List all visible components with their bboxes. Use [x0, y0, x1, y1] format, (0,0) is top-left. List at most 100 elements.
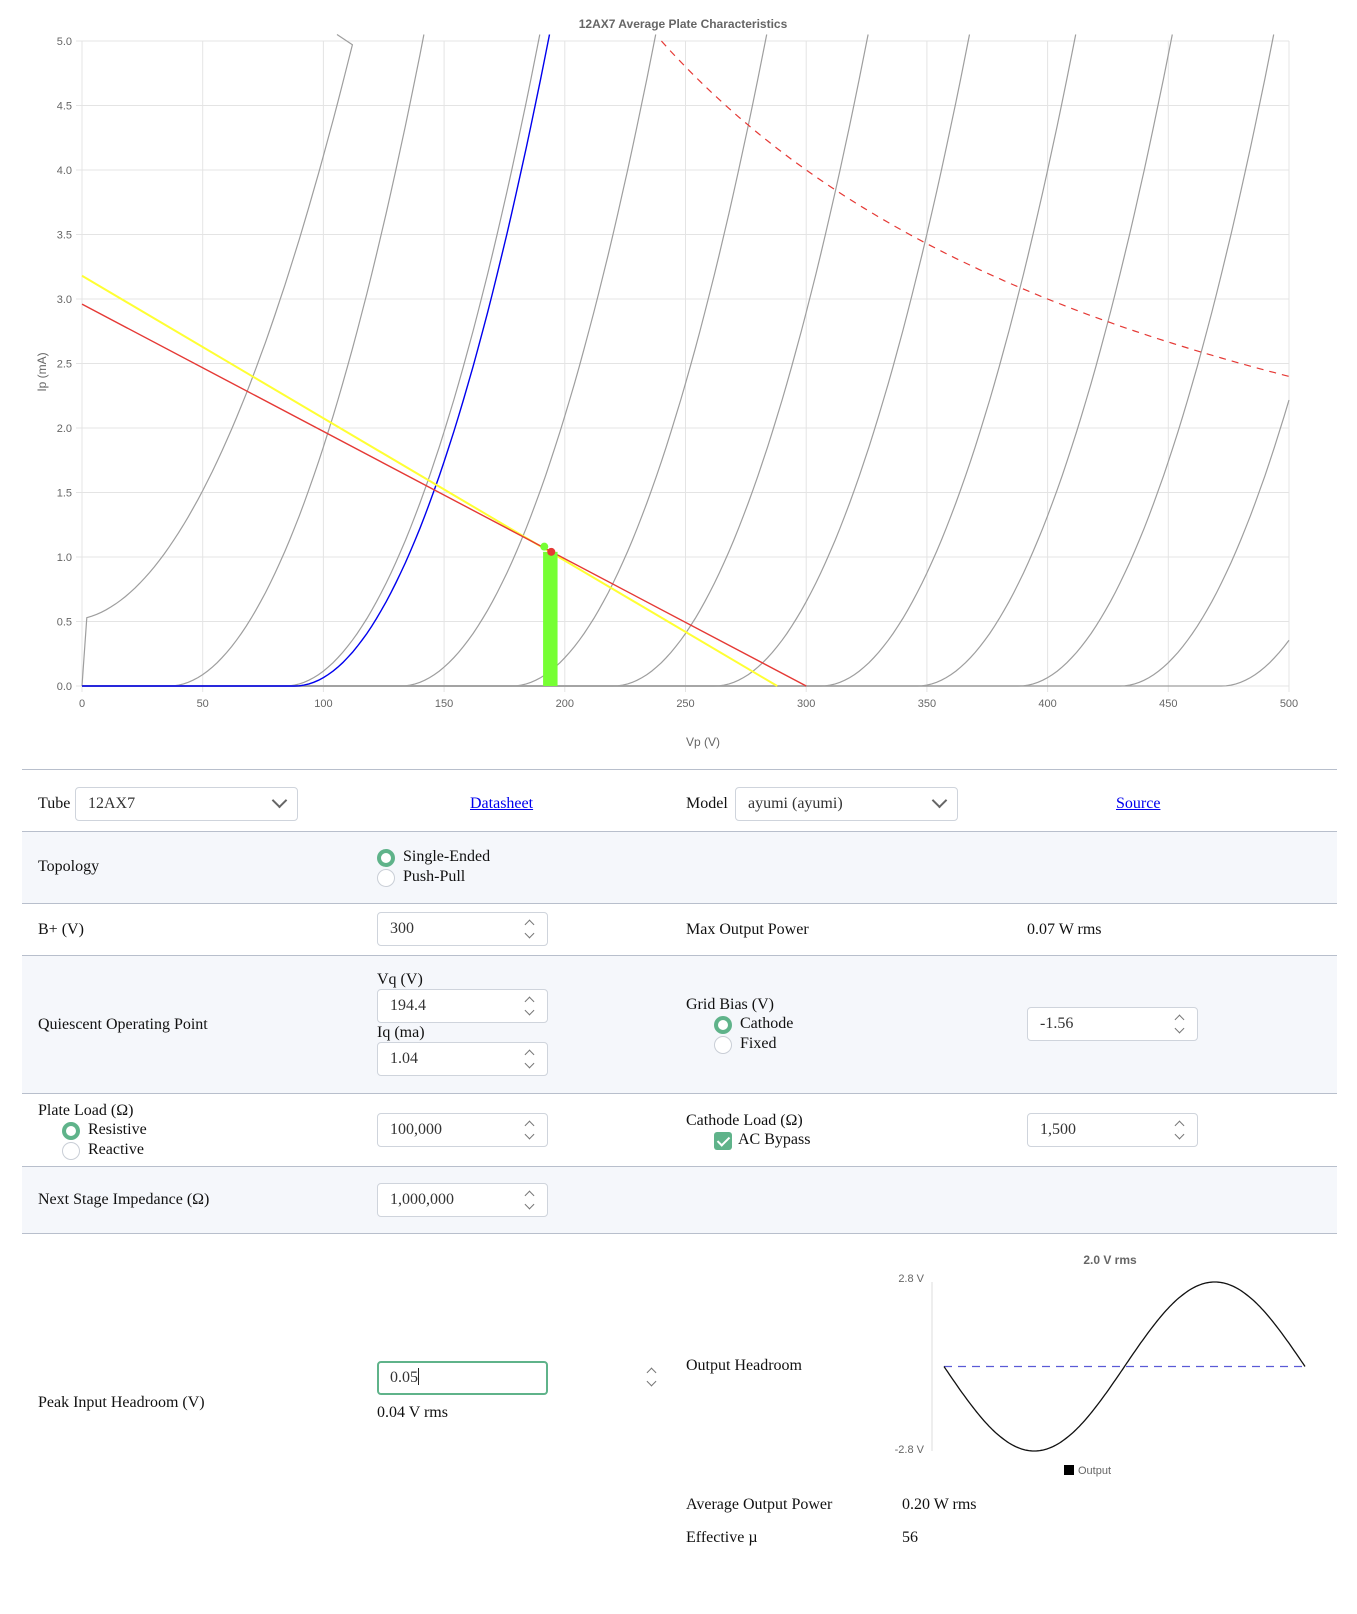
plate-load-option-label: Resistive	[88, 1121, 147, 1138]
stepper-icon[interactable]	[524, 994, 535, 1018]
y-tick-label: 0.0	[57, 681, 72, 693]
vq-value: 194.4	[390, 997, 426, 1014]
plate-load-input[interactable]: 100,000	[377, 1113, 548, 1147]
next-stage-input[interactable]: 1,000,000	[377, 1183, 548, 1217]
stepper-icon[interactable]	[646, 1365, 657, 1389]
x-axis-label: Vp (V)	[686, 735, 720, 749]
topology-option-label: Single-Ended	[403, 848, 491, 865]
peak-input-rms: 0.04 V rms	[377, 1404, 448, 1421]
plate-curve	[82, 34, 768, 687]
bplus-input[interactable]: 300	[377, 912, 548, 946]
quiescent-row: Quiescent Operating Point Vq (V) 194.4 I…	[22, 955, 1337, 1093]
iq-value: 1.04	[390, 1050, 418, 1067]
plate-characteristics-chart: 12AX7 Average Plate Characteristics Vp (…	[0, 0, 1357, 770]
y-tick-label: 0.5	[57, 617, 72, 629]
peak-input-value: 0.05	[390, 1369, 418, 1386]
x-tick-label: 50	[197, 698, 209, 710]
text-caret	[418, 1368, 419, 1385]
x-tick-label: 200	[556, 698, 574, 710]
y-tick-label: 1.5	[57, 488, 72, 500]
topology-option-label: Push-Pull	[403, 868, 466, 885]
radio-checked-icon	[714, 1016, 732, 1034]
radio-checked-icon	[62, 1122, 80, 1140]
amplifier-form: Tube 12AX7 Datasheet Model ayumi (ayumi)…	[22, 769, 1337, 1570]
y-tick-label: 3.0	[57, 294, 72, 306]
quiescent-point	[547, 547, 556, 556]
plate-load-label: Plate Load (Ω)	[38, 1102, 134, 1119]
tube-label: Tube	[38, 795, 71, 812]
y-tick-label: 4.0	[57, 165, 72, 177]
grid-bias-input[interactable]: -1.56	[1027, 1007, 1198, 1041]
x-tick-label: 300	[797, 698, 815, 710]
vq-input[interactable]: 194.4	[377, 989, 548, 1023]
ac-bypass-label: AC Bypass	[738, 1131, 811, 1148]
output-waveform	[943, 1281, 1306, 1452]
max-output-value: 0.07 W rms	[1027, 921, 1102, 938]
datasheet-link[interactable]: Datasheet	[470, 795, 533, 813]
next-stage-value: 1,000,000	[390, 1191, 454, 1208]
stepper-icon[interactable]	[524, 1118, 535, 1142]
next-stage-label: Next Stage Impedance (Ω)	[38, 1191, 210, 1208]
plate-curve	[82, 34, 1275, 687]
plate-curve	[82, 34, 971, 687]
cathode-load-value: 1,500	[1040, 1121, 1076, 1138]
output-headroom-chart: 2.0 V rms 2.8 V -2.8 V Output	[895, 1253, 1306, 1477]
y-tick-label: 1.0	[57, 552, 72, 564]
y-tick-label: 5.0	[57, 36, 72, 48]
stepper-icon[interactable]	[524, 1047, 535, 1071]
stepper-icon[interactable]	[524, 1188, 535, 1212]
vq-label: Vq (V)	[377, 971, 423, 988]
radio-unchecked-icon	[714, 1036, 732, 1054]
plate-characteristics-svg: 12AX7 Average Plate Characteristics Vp (…	[35, 17, 1298, 749]
topology-row: Topology Single-Ended Push-Pull	[22, 831, 1337, 903]
next-stage-row: Next Stage Impedance (Ω) 1,000,000	[22, 1166, 1337, 1233]
stepper-icon[interactable]	[1174, 1012, 1185, 1036]
y-tick-label: 4.5	[57, 101, 72, 113]
avg-output-value: 0.20 W rms	[902, 1496, 977, 1513]
radio-unchecked-icon	[62, 1142, 80, 1160]
plate-curve	[82, 34, 541, 687]
stepper-icon[interactable]	[1174, 1118, 1185, 1142]
model-label: Model	[686, 795, 728, 812]
headroom-y-tick-top: 2.8 V	[898, 1273, 924, 1285]
chart-title: 12AX7 Average Plate Characteristics	[579, 17, 788, 31]
peak-input-label: Peak Input Headroom (V)	[38, 1394, 205, 1411]
tube-row: Tube 12AX7 Datasheet Model ayumi (ayumi)…	[22, 769, 1337, 831]
tube-select[interactable]: 12AX7	[75, 787, 298, 821]
cathode-load-label: Cathode Load (Ω)	[686, 1112, 803, 1129]
peak-input-field[interactable]: 0.05	[377, 1361, 548, 1395]
signal-swing-bar	[543, 551, 558, 686]
headroom-y-tick-bottom: -2.8 V	[895, 1444, 925, 1456]
x-tick-label: 150	[435, 698, 453, 710]
x-tick-label: 500	[1280, 698, 1298, 710]
headroom-legend-label: Output	[1078, 1465, 1111, 1477]
plate-load-value: 100,000	[390, 1121, 442, 1138]
iq-label: Iq (ma)	[377, 1024, 425, 1041]
chevron-down-icon	[931, 792, 948, 809]
headroom-row: Peak Input Headroom (V) 0.05 0.04 V rms …	[22, 1233, 1337, 1570]
plate-curve	[82, 34, 657, 687]
cathode-load-input[interactable]: 1,500	[1027, 1113, 1198, 1147]
ac-load-line	[81, 274, 778, 687]
grid-bias-option-label: Fixed	[740, 1035, 777, 1052]
x-tick-label: 450	[1159, 698, 1177, 710]
y-tick-label: 2.0	[57, 423, 72, 435]
model-select[interactable]: ayumi (ayumi)	[735, 787, 958, 821]
checkmark-icon[interactable]	[714, 1132, 732, 1150]
output-headroom-label: Output Headroom	[686, 1357, 802, 1374]
x-tick-label: 100	[314, 698, 332, 710]
grid-bias-value: -1.56	[1040, 1015, 1074, 1032]
plate-load-row: Plate Load (Ω) Resistive Reactive 100,00…	[22, 1093, 1337, 1166]
stepper-icon[interactable]	[524, 917, 535, 941]
x-tick-label: 350	[918, 698, 936, 710]
swing-endpoint	[540, 542, 549, 551]
tube-select-value: 12AX7	[88, 795, 136, 812]
source-link[interactable]: Source	[1116, 795, 1160, 813]
quiescent-label: Quiescent Operating Point	[38, 1016, 208, 1033]
plate-curve	[82, 34, 1173, 687]
plate-load-option-label: Reactive	[88, 1141, 144, 1158]
x-tick-label: 250	[676, 698, 694, 710]
model-select-value: ayumi (ayumi)	[748, 795, 843, 812]
iq-input[interactable]: 1.04	[377, 1042, 548, 1076]
avg-output-label: Average Output Power	[686, 1496, 833, 1513]
